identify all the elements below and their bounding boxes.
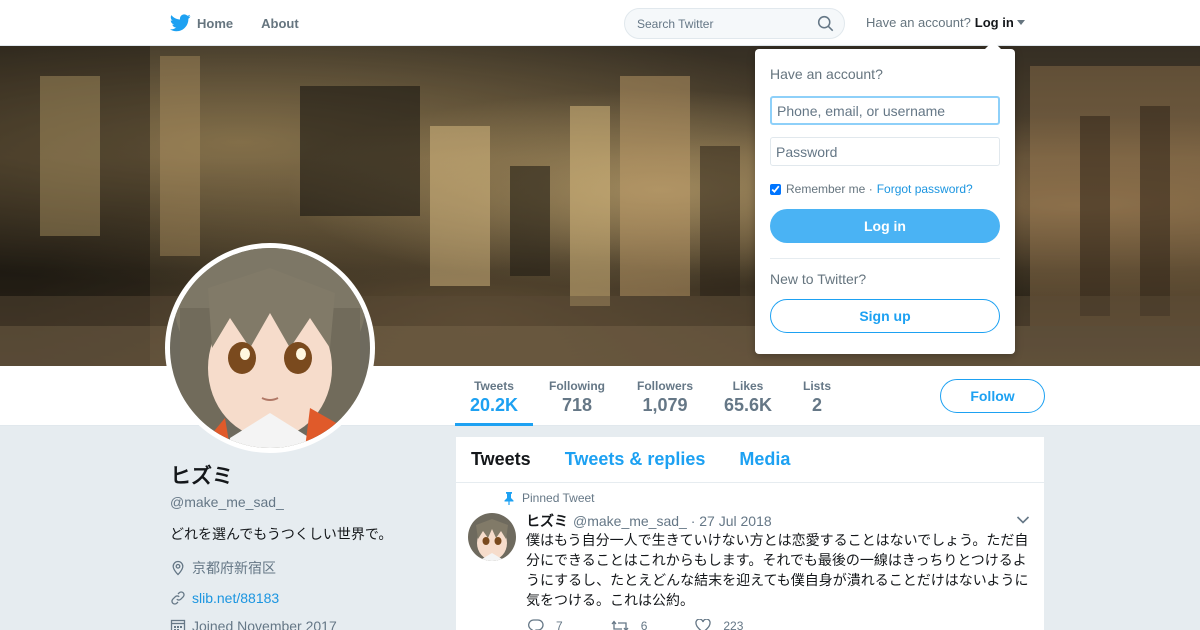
- stat-label: Likes: [732, 379, 764, 393]
- top-navigation: Home About Have an account? Log in: [0, 0, 1200, 46]
- profile-website: slib.net/88183: [170, 590, 440, 606]
- tweet-avatar-image: [468, 513, 516, 561]
- tab-tweets-replies[interactable]: Tweets & replies: [565, 449, 706, 470]
- account-prompt: Have an account?: [866, 15, 971, 30]
- nav-left: Home About: [170, 0, 327, 46]
- stat-value: 20.2K: [469, 395, 519, 415]
- stat-value: 718: [561, 395, 593, 415]
- profile-handle[interactable]: @make_me_sad_: [170, 494, 440, 510]
- remember-checkbox[interactable]: [770, 183, 781, 195]
- location-text: 京都府新宿区: [192, 560, 276, 576]
- stat-likes[interactable]: Likes 65.6K: [720, 366, 776, 426]
- retweet-button[interactable]: 6: [611, 619, 648, 630]
- search-input[interactable]: [637, 16, 807, 31]
- divider: [770, 258, 1000, 259]
- profile-sidebar: ヒズミ @make_me_sad_ どれを選んでもうつくしい世界で。 京都府新宿…: [170, 460, 440, 630]
- username-field[interactable]: [770, 96, 1000, 125]
- tab-media[interactable]: Media: [739, 449, 790, 470]
- stat-label: Followers: [636, 379, 693, 393]
- timeline-tabs: Tweets Tweets & replies Media: [456, 437, 1044, 483]
- reply-button[interactable]: 7: [528, 619, 563, 630]
- stat-value: 1,079: [642, 395, 688, 415]
- reply-count: 7: [556, 619, 563, 630]
- website-link[interactable]: slib.net/88183: [192, 590, 279, 606]
- pin-icon: [504, 491, 514, 505]
- password-field[interactable]: [770, 137, 1000, 166]
- login-toggle[interactable]: Log in: [975, 15, 1014, 30]
- stat-tweets[interactable]: Tweets 20.2K: [455, 366, 533, 426]
- retweet-count: 6: [640, 619, 648, 630]
- nav-home-link[interactable]: Home: [170, 14, 233, 32]
- tweet-avatar[interactable]: [468, 513, 516, 561]
- stat-followers[interactable]: Followers 1,079: [633, 366, 697, 426]
- stat-following[interactable]: Following 718: [545, 366, 609, 426]
- tweet-text: 僕はもう自分一人で生きていけない方とは恋愛することはないでしょう。ただ自分にでき…: [526, 532, 1029, 608]
- tweet-author[interactable]: ヒズミ: [526, 511, 568, 531]
- signup-button[interactable]: Sign up: [770, 299, 1000, 333]
- nav-about-link[interactable]: About: [261, 16, 299, 31]
- retweet-icon: [611, 620, 629, 630]
- tweet-handle-date[interactable]: @make_me_sad_ · 27 Jul 2018: [573, 513, 772, 529]
- tweet-header: ヒズミ @make_me_sad_ · 27 Jul 2018: [526, 511, 772, 531]
- avatar-image: [170, 248, 370, 448]
- stat-value: 65.6K: [723, 395, 773, 415]
- stat-label: Lists: [802, 379, 831, 393]
- pinned-tweet[interactable]: Pinned Tweet ヒズミ @make_me_sad_ · 27 Jul …: [456, 483, 1044, 630]
- location-icon: [172, 560, 184, 576]
- account-menu: Have an account? Log in: [866, 15, 1025, 30]
- new-to-twitter: New to Twitter?: [770, 271, 867, 287]
- profile-bio: どれを選んでもうつくしい世界で。: [170, 526, 393, 542]
- like-button[interactable]: 223: [695, 619, 743, 630]
- profile-avatar[interactable]: [165, 243, 375, 453]
- caret-down-icon[interactable]: [1016, 20, 1025, 25]
- profile-joined: Joined November 2017: [170, 618, 440, 630]
- login-title: Have an account?: [770, 66, 883, 82]
- twitter-bird-icon: [170, 14, 191, 32]
- forgot-password-link[interactable]: Forgot password?: [877, 182, 973, 196]
- search-icon[interactable]: [817, 15, 834, 32]
- pinned-label: Pinned Tweet: [522, 491, 595, 505]
- like-count: 223: [723, 619, 744, 630]
- stat-value: 2: [811, 395, 822, 415]
- stat-label: Following: [549, 379, 605, 393]
- login-dropdown: Have an account? Remember me · Forgot pa…: [755, 41, 1015, 354]
- calendar-icon: [170, 619, 186, 630]
- timeline: Tweets Tweets & replies Media Pinned Twe…: [456, 437, 1044, 630]
- follow-button[interactable]: Follow: [940, 379, 1045, 413]
- login-button[interactable]: Log in: [770, 209, 1000, 243]
- profile-name[interactable]: ヒズミ: [170, 460, 440, 490]
- search-box[interactable]: [624, 8, 845, 39]
- about-label: About: [261, 15, 299, 31]
- link-icon: [171, 591, 185, 605]
- remember-row: Remember me · Forgot password?: [770, 182, 1000, 196]
- like-icon: [695, 619, 712, 630]
- remember-label: Remember me ·: [786, 182, 873, 196]
- joined-text: Joined November 2017: [192, 618, 337, 630]
- stat-lists[interactable]: Lists 2: [797, 366, 837, 426]
- profile-location: 京都府新宿区: [170, 558, 440, 578]
- reply-icon: [528, 619, 544, 630]
- tab-tweets[interactable]: Tweets: [471, 449, 531, 470]
- stat-label: Tweets: [474, 379, 514, 393]
- tweet-actions: 7 6 223: [528, 619, 791, 630]
- chevron-down-icon[interactable]: [1016, 515, 1030, 525]
- pinned-indicator: Pinned Tweet: [504, 491, 595, 505]
- home-label: Home: [197, 15, 234, 31]
